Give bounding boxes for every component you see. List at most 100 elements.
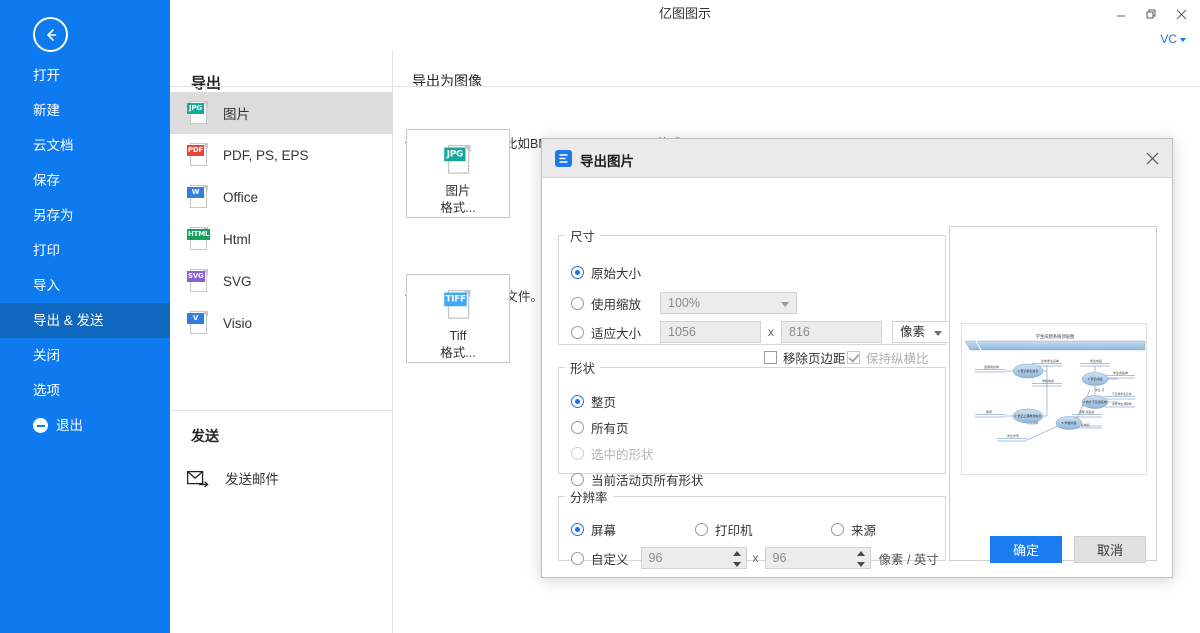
- dpi-x-value: 96: [649, 551, 663, 565]
- sidebar-item-label: 保存: [33, 173, 60, 188]
- svg-text:2 登记上课教师信息: 2 登记上课教师信息: [1015, 413, 1042, 418]
- export-format-svg[interactable]: SVG SVG: [170, 260, 393, 302]
- sidebar-item-label: 选项: [33, 383, 60, 398]
- close-button[interactable]: [1166, 0, 1196, 28]
- sidebar-item-import[interactable]: 导入: [0, 268, 170, 303]
- dpi-x-stepper[interactable]: [733, 551, 742, 567]
- dimension-separator: x: [768, 325, 774, 339]
- sidebar-item-open[interactable]: 打开: [0, 58, 170, 93]
- sidebar-item-save-as[interactable]: 另存为: [0, 198, 170, 233]
- export-format-html[interactable]: HTML Html: [170, 218, 393, 260]
- scale-select[interactable]: 100%: [660, 292, 797, 314]
- export-format-pdf[interactable]: PDF PDF, PS, EPS: [170, 134, 393, 176]
- radio-screen[interactable]: [571, 523, 584, 536]
- export-format-image[interactable]: JPG 图片: [170, 92, 393, 134]
- radio-whole-page[interactable]: [571, 395, 584, 408]
- cancel-button[interactable]: 取消: [1074, 536, 1146, 563]
- export-card-image[interactable]: JPG 图片 格式...: [406, 129, 510, 218]
- back-button[interactable]: [33, 17, 68, 52]
- size-scale-row[interactable]: 使用缩放 100%: [571, 292, 797, 314]
- dialog-close-button[interactable]: [1140, 147, 1164, 170]
- resolution-option-printer[interactable]: 打印机: [695, 520, 753, 539]
- svg-text:4 统计不及格名单: 4 统计不及格名单: [1083, 399, 1107, 404]
- back-arrow-icon: [42, 26, 60, 44]
- export-card-label-1: 图片: [445, 183, 470, 200]
- svg-text:重修学生课程单: 重修学生课程单: [1112, 402, 1132, 406]
- export-format-visio[interactable]: V Visio: [170, 302, 393, 344]
- radio-printer-label: 打印机: [715, 520, 753, 539]
- close-icon: [1176, 9, 1187, 20]
- export-preview: 学生成绩系统顶层图 选课成绩单 教师 学生学号: [949, 226, 1157, 561]
- radio-printer[interactable]: [695, 523, 708, 536]
- sidebar-item-save[interactable]: 保存: [0, 163, 170, 198]
- dpi-y-stepper[interactable]: [857, 551, 866, 567]
- send-mail-item[interactable]: 发送邮件: [187, 462, 279, 494]
- svg-text:不及格学生名单: 不及格学生名单: [1112, 392, 1132, 396]
- divider: [170, 86, 393, 87]
- size-unit-value: 像素: [900, 325, 925, 339]
- sidebar-item-close[interactable]: 关闭: [0, 338, 170, 373]
- dialog-title: 导出图片: [580, 150, 634, 170]
- sidebar-item-label: 退出: [56, 408, 83, 443]
- radio-use-scale[interactable]: [571, 297, 584, 310]
- shape-option-all-pages[interactable]: 所有页: [571, 418, 629, 437]
- sidebar-item-label: 云文档: [33, 138, 74, 153]
- shape-group: 形状 整页 所有页 选中的形状 当前活动页所有形状: [558, 358, 946, 474]
- exit-icon: [33, 418, 48, 433]
- send-mail-icon: [187, 470, 209, 487]
- export-format-label: 图片: [223, 103, 250, 123]
- export-format-label: SVG: [223, 274, 252, 289]
- sidebar-item-new[interactable]: 新建: [0, 93, 170, 128]
- radio-screen-label: 屏幕: [591, 520, 616, 539]
- sidebar-item-exit[interactable]: 退出: [0, 408, 170, 443]
- chevron-down-icon: [934, 331, 942, 336]
- radio-original-size[interactable]: [571, 266, 584, 279]
- sidebar-item-export-send[interactable]: 导出 & 发送: [0, 303, 170, 338]
- export-format-office[interactable]: W Office: [170, 176, 393, 218]
- radio-selected-shapes: [571, 447, 584, 460]
- resolution-option-screen[interactable]: 屏幕: [571, 520, 616, 539]
- html-file-icon: HTML: [187, 226, 209, 252]
- radio-all-pages-label: 所有页: [591, 418, 629, 437]
- account-menu[interactable]: VC: [1160, 28, 1186, 50]
- resolution-group: 分辨率 屏幕 打印机 来源 自定义 96: [558, 487, 946, 561]
- sidebar-item-print[interactable]: 打印: [0, 233, 170, 268]
- resolution-custom-row[interactable]: 自定义 96 x 96 像素 / 英寸: [571, 547, 939, 569]
- size-fit-row[interactable]: 适应大小 1056 x 816 像素: [571, 321, 950, 343]
- window-controls: [1106, 0, 1196, 28]
- sidebar-item-options[interactable]: 选项: [0, 373, 170, 408]
- svg-text:教师: 教师: [986, 409, 992, 414]
- dpi-y-input[interactable]: 96: [765, 547, 871, 569]
- dpi-y-value: 96: [773, 551, 787, 565]
- minimize-button[interactable]: [1106, 0, 1136, 28]
- sidebar-item-cloud-docs[interactable]: 云文档: [0, 128, 170, 163]
- resolution-option-source[interactable]: 来源: [831, 520, 876, 539]
- size-original-row[interactable]: 原始大小: [571, 263, 641, 282]
- fit-width-value: 1056: [668, 325, 696, 339]
- fit-height-input[interactable]: 816: [781, 321, 882, 343]
- export-card-tiff[interactable]: TIFF Tiff 格式...: [406, 274, 510, 363]
- radio-active-page-shapes[interactable]: [571, 473, 584, 486]
- radio-all-pages[interactable]: [571, 421, 584, 434]
- shape-option-whole-page[interactable]: 整页: [571, 392, 616, 411]
- fit-width-input[interactable]: 1056: [660, 321, 761, 343]
- radio-source-label: 来源: [851, 520, 876, 539]
- radio-custom-resolution[interactable]: [571, 552, 584, 565]
- size-unit-select[interactable]: 像素: [892, 321, 950, 343]
- radio-source[interactable]: [831, 523, 844, 536]
- svg-text:选课成绩单: 选课成绩单: [984, 364, 999, 369]
- size-group: 尺寸 原始大小 使用缩放 100% 适应大小 1056 x: [558, 226, 946, 345]
- ok-button[interactable]: 确定: [990, 536, 1062, 563]
- dpi-x-input[interactable]: 96: [641, 547, 747, 569]
- dpi-separator: x: [753, 551, 759, 565]
- dialog-header: 导出图片: [542, 139, 1172, 178]
- sidebar-item-label: 打开: [33, 68, 60, 83]
- radio-original-size-label: 原始大小: [591, 263, 641, 282]
- radio-fit-size[interactable]: [571, 326, 584, 339]
- dpi-unit-label: 像素 / 英寸: [879, 549, 939, 568]
- size-group-legend: 尺寸: [565, 226, 600, 245]
- restore-button[interactable]: [1136, 0, 1166, 28]
- export-image-dialog: 导出图片 尺寸 原始大小 使用缩放: [541, 138, 1173, 578]
- sidebar-menu: 打开 新建 云文档 保存 另存为 打印 导入 导出 & 发送 关闭 选项 退出: [0, 58, 170, 443]
- close-icon: [1146, 152, 1159, 165]
